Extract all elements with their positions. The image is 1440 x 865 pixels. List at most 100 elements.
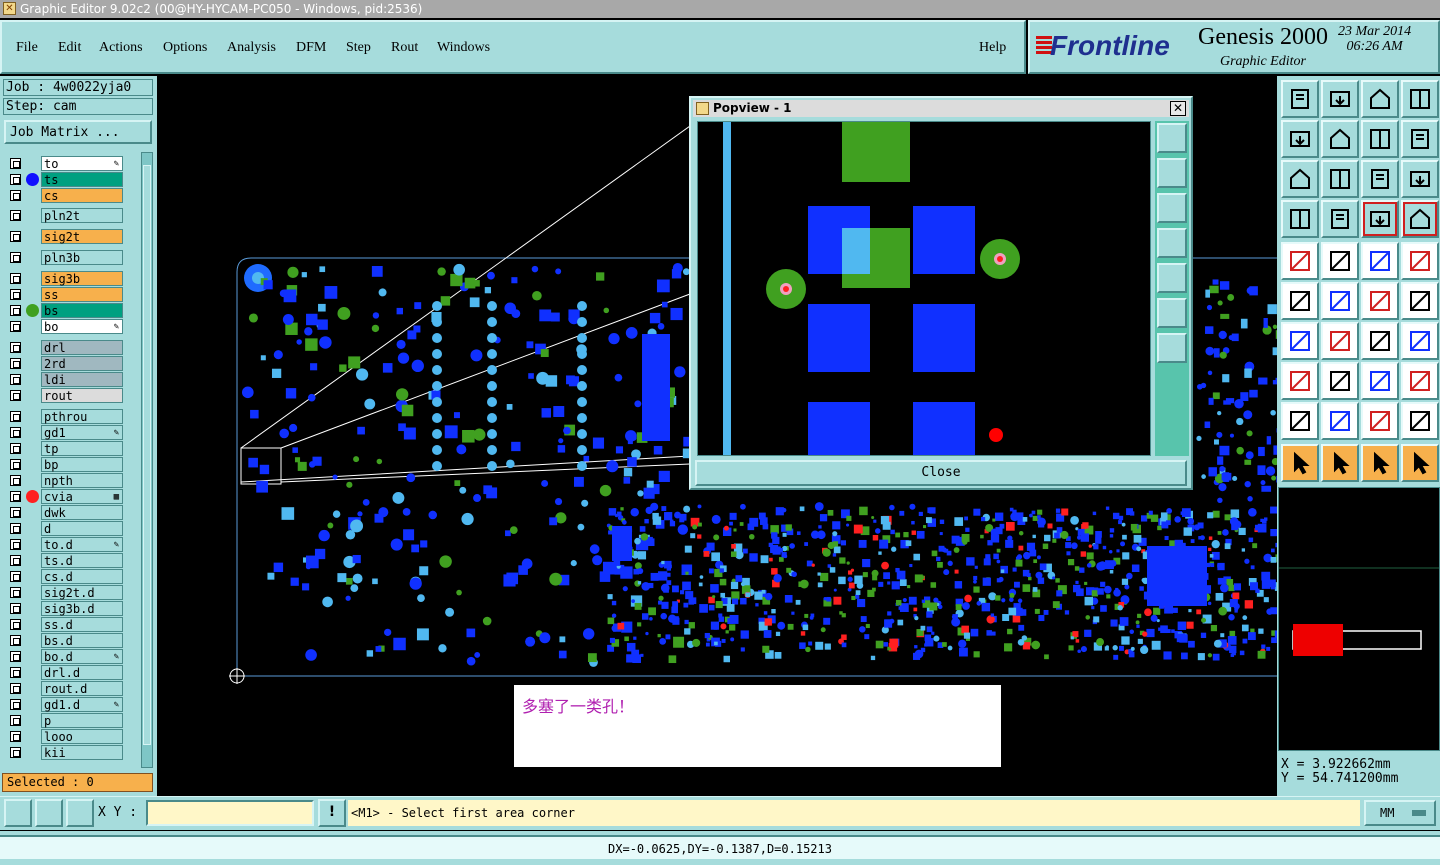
layer-row-kii[interactable]: kii <box>4 745 138 760</box>
menu-step[interactable]: Step <box>346 40 371 56</box>
popview-canvas[interactable] <box>697 121 1151 456</box>
layer-name[interactable]: drl.d <box>41 665 123 680</box>
layer-name[interactable]: bp <box>41 457 123 472</box>
arrow-link-icon[interactable] <box>1401 444 1439 482</box>
xy-input[interactable] <box>146 800 314 826</box>
layer-row-ts[interactable]: ts <box>4 172 138 187</box>
layer-name[interactable]: bo.d ✎ <box>41 649 123 664</box>
layer-name[interactable]: pthrou <box>41 409 123 424</box>
layer-row-bp[interactable]: bp <box>4 457 138 472</box>
layer-name[interactable]: drl <box>41 340 123 355</box>
line-icon[interactable] <box>1281 322 1319 360</box>
layer-name[interactable]: cs <box>41 188 123 203</box>
layer-checkbox[interactable] <box>10 427 21 438</box>
feature-icon[interactable] <box>1321 242 1359 280</box>
layer-checkbox[interactable] <box>10 273 21 284</box>
center-icon[interactable] <box>1321 160 1359 198</box>
layer-checkbox[interactable] <box>10 374 21 385</box>
units-select[interactable]: MM <box>1364 800 1436 826</box>
group-icon[interactable] <box>1401 362 1439 400</box>
layer-name[interactable]: pln2t <box>41 208 123 223</box>
layer-name[interactable]: ts.d <box>41 553 123 568</box>
probe-icon[interactable] <box>1321 200 1359 238</box>
layer-checkbox[interactable] <box>10 555 21 566</box>
layer-checkbox[interactable] <box>10 252 21 263</box>
layer-name[interactable]: sig3b.d <box>41 601 123 616</box>
layer-row-to[interactable]: to ✎ <box>4 156 138 171</box>
triangle-icon[interactable] <box>1281 402 1319 440</box>
minus-icon[interactable] <box>1321 362 1359 400</box>
redo-icon[interactable] <box>1321 120 1359 158</box>
layer-name[interactable]: bs.d <box>41 633 123 648</box>
popview-left-icon[interactable] <box>1157 228 1187 258</box>
connect-icon[interactable] <box>1281 282 1319 320</box>
layer-name[interactable]: sig2t.d <box>41 585 123 600</box>
layer-name[interactable]: npth <box>41 473 123 488</box>
layer-row-pln3b[interactable]: pln3b <box>4 250 138 265</box>
layer-checkbox[interactable] <box>10 305 21 316</box>
shape-icon[interactable] <box>1361 402 1399 440</box>
cross-icon[interactable] <box>1321 282 1359 320</box>
layer-name[interactable]: looo <box>41 729 123 744</box>
shape-cross-icon[interactable] <box>1401 402 1439 440</box>
overview-map[interactable] <box>1278 487 1440 751</box>
layer-checkbox[interactable] <box>10 158 21 169</box>
layer-row-2rd[interactable]: 2rd <box>4 356 138 371</box>
snap-red-icon[interactable] <box>1361 200 1399 238</box>
menu-file[interactable]: File <box>16 40 38 56</box>
layer-name[interactable]: pln3b <box>41 250 123 265</box>
menu-options[interactable]: Options <box>163 40 207 56</box>
layer-name[interactable]: bo ✎ <box>41 319 123 334</box>
layer-row-ss-d[interactable]: ss.d <box>4 617 138 632</box>
measure-icon[interactable] <box>4 799 32 827</box>
home-icon[interactable] <box>1361 80 1399 118</box>
layer-checkbox[interactable] <box>10 587 21 598</box>
slash-icon[interactable] <box>1321 322 1359 360</box>
arrow-diamond-icon[interactable] <box>1361 444 1399 482</box>
menu-help[interactable]: Help <box>979 40 1006 56</box>
layer-name[interactable]: tp <box>41 441 123 456</box>
layer-name[interactable]: ts <box>41 172 123 187</box>
layer-checkbox[interactable] <box>10 342 21 353</box>
popview-right-icon[interactable] <box>1157 263 1187 293</box>
layer-checkbox[interactable] <box>10 491 21 502</box>
layer-row-bo-d[interactable]: bo.d ✎ <box>4 649 138 664</box>
popview-close-icon[interactable]: ✕ <box>1170 101 1186 116</box>
layer-checkbox[interactable] <box>10 459 21 470</box>
layer-name[interactable]: gd1.d ✎ <box>41 697 123 712</box>
layer-name[interactable]: dwk <box>41 505 123 520</box>
layer-row-bo[interactable]: bo ✎ <box>4 319 138 334</box>
layer-checkbox[interactable] <box>10 507 21 518</box>
add-via-icon[interactable] <box>1401 282 1439 320</box>
layer-checkbox[interactable] <box>10 174 21 185</box>
menu-edit[interactable]: Edit <box>58 40 81 56</box>
layer-row-sig3b-d[interactable]: sig3b.d <box>4 601 138 616</box>
layer-row-dwk[interactable]: dwk <box>4 505 138 520</box>
add-pad-icon[interactable] <box>1361 282 1399 320</box>
ruler-icon[interactable] <box>1361 242 1399 280</box>
layer-row-bs-d[interactable]: bs.d <box>4 633 138 648</box>
layer-checkbox[interactable] <box>10 190 21 201</box>
popview-up-icon[interactable] <box>1157 158 1187 188</box>
layer-name[interactable]: cvia ▦ <box>41 489 123 504</box>
measure-box-icon[interactable] <box>1361 362 1399 400</box>
layer-checkbox[interactable] <box>10 667 21 678</box>
layer-name[interactable]: ss.d <box>41 617 123 632</box>
scale-icon[interactable] <box>1361 160 1399 198</box>
snap-icon[interactable] <box>35 799 63 827</box>
layer-checkbox[interactable] <box>10 321 21 332</box>
layer-checkbox[interactable] <box>10 358 21 369</box>
layer-name[interactable]: to ✎ <box>41 156 123 171</box>
layer-row-tp[interactable]: tp <box>4 441 138 456</box>
job-matrix-button[interactable]: Job Matrix ... <box>4 120 152 144</box>
layer-row-looo[interactable]: looo <box>4 729 138 744</box>
layer-checkbox[interactable] <box>10 619 21 630</box>
layer-row-ldi[interactable]: ldi <box>4 372 138 387</box>
popview-zoom-icon[interactable] <box>1157 123 1187 153</box>
layer-row-cs-d[interactable]: cs.d <box>4 569 138 584</box>
layer-checkbox[interactable] <box>10 603 21 614</box>
layer-checkbox[interactable] <box>10 683 21 694</box>
menu-rout[interactable]: Rout <box>391 40 418 56</box>
layer-row-cs[interactable]: cs <box>4 188 138 203</box>
layer-checkbox[interactable] <box>10 443 21 454</box>
